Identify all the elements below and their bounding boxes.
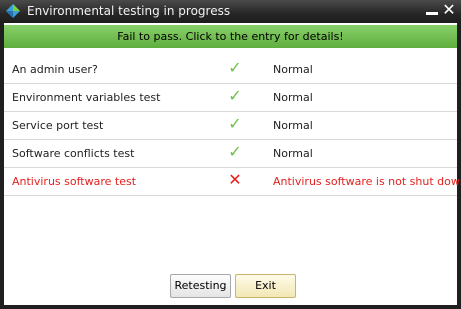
exit-button[interactable]: Exit xyxy=(235,274,296,298)
test-name: Service port test xyxy=(12,119,104,132)
minimize-icon[interactable] xyxy=(425,4,439,18)
title-bar[interactable]: Environmental testing in progress ✕ xyxy=(0,0,461,23)
test-status: Normal xyxy=(273,91,313,104)
close-icon[interactable]: ✕ xyxy=(441,1,457,19)
cross-icon: ✕ xyxy=(228,170,242,189)
retesting-button[interactable]: Retesting xyxy=(170,274,231,298)
test-name: Environment variables test xyxy=(12,91,161,104)
checkmark-icon: ✓ xyxy=(228,114,242,133)
window-title: Environmental testing in progress xyxy=(27,4,231,18)
result-banner[interactable]: Fail to pass. Click to the entry for det… xyxy=(4,25,457,48)
dialog-window: Environmental testing in progress ✕ Fail… xyxy=(0,0,461,309)
test-name: An admin user? xyxy=(12,63,98,76)
test-row[interactable]: Environment variables test ✓ Normal xyxy=(4,84,457,112)
checkmark-icon: ✓ xyxy=(228,58,242,77)
test-row[interactable]: Software conflicts test ✓ Normal xyxy=(4,140,457,168)
test-status: Normal xyxy=(273,63,313,76)
test-name: Software conflicts test xyxy=(12,147,135,160)
test-row[interactable]: An admin user? ✓ Normal xyxy=(4,56,457,84)
checkmark-icon: ✓ xyxy=(228,86,242,105)
test-status: Normal xyxy=(273,119,313,132)
test-row[interactable]: Antivirus software test ✕ Antivirus softwa… xyxy=(4,168,461,196)
test-status: Antivirus software is not shut down xyxy=(273,175,461,188)
test-status: Normal xyxy=(273,147,313,160)
test-name: Antivirus software test xyxy=(12,175,137,188)
app-logo-icon xyxy=(6,4,20,18)
test-row[interactable]: Service port test ✓ Normal xyxy=(4,112,457,140)
test-list: An admin user? ✓ Normal Environment variabl… xyxy=(4,56,461,196)
dialog-body: Fail to pass. Click to the entry for det… xyxy=(4,23,461,305)
checkmark-icon: ✓ xyxy=(228,142,242,161)
